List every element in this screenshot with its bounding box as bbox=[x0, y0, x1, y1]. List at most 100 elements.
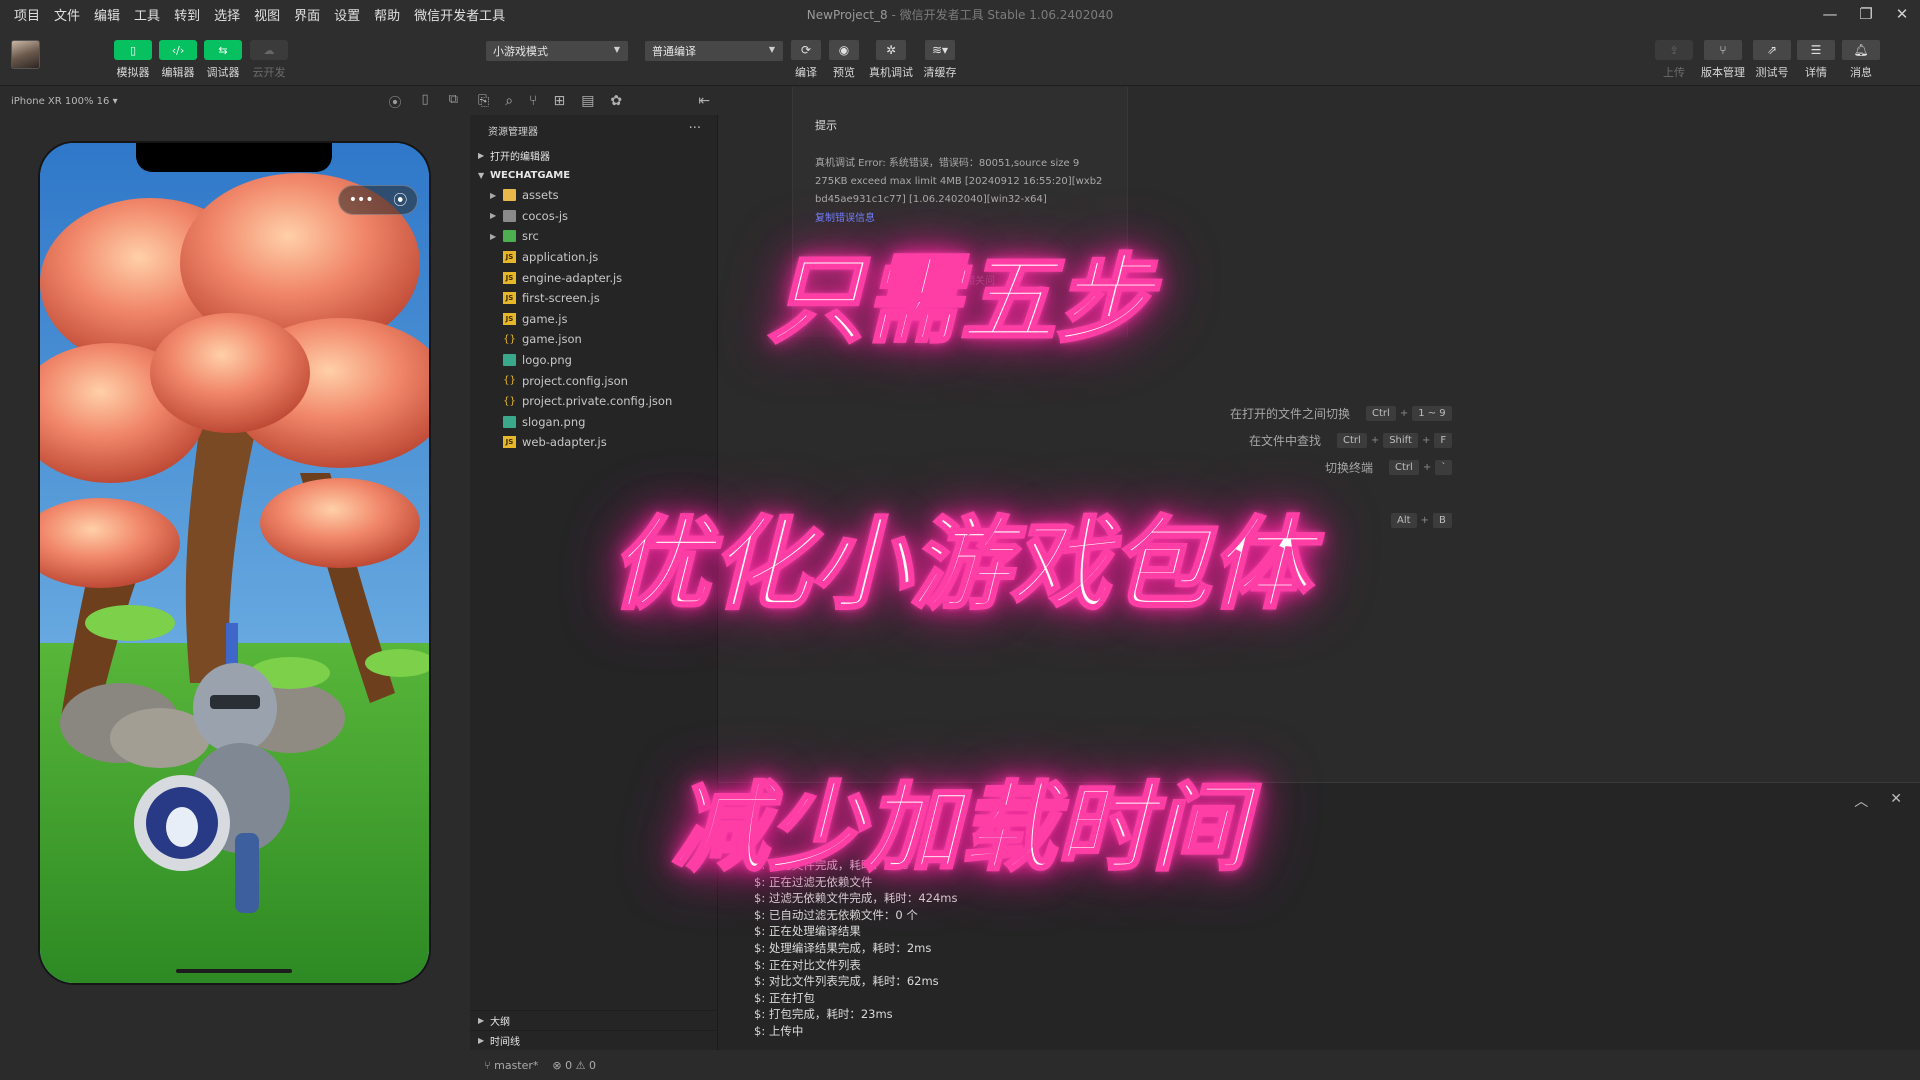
plus-sign: + bbox=[1420, 515, 1429, 526]
chevron-right-icon[interactable]: ▶ bbox=[490, 211, 496, 220]
file-tree-item[interactable]: JS first-screen.js bbox=[470, 288, 717, 309]
console-line: $: 过滤无依赖文件完成，耗时：424ms bbox=[754, 891, 958, 906]
problems-indicator[interactable]: ⊗ 0 ⚠ 0 bbox=[552, 1059, 596, 1072]
file-tree-item[interactable]: ▶ assets bbox=[470, 185, 717, 206]
editor-button[interactable]: ‹/› 编辑器 bbox=[155, 40, 201, 80]
keycap: Alt bbox=[1391, 513, 1417, 528]
phone-outline-icon[interactable]: ▯ bbox=[422, 92, 429, 111]
file-name: game.json bbox=[522, 332, 582, 347]
open-editors-label: 打开的编辑器 bbox=[490, 151, 550, 163]
record-icon[interactable]: ⦿ bbox=[389, 92, 402, 111]
menu-item[interactable]: 帮助 bbox=[372, 5, 402, 24]
extensions-icon[interactable]: ⊞ bbox=[553, 93, 565, 109]
clear-cache-button[interactable]: ≋▾ 清缓存 bbox=[917, 40, 963, 80]
file-tree-item[interactable]: JS application.js bbox=[470, 247, 717, 268]
cloud-label: 云开发 bbox=[252, 66, 286, 79]
app-version: - 微信开发者工具 Stable 1.06.2402040 bbox=[891, 7, 1114, 22]
file-tree-item[interactable]: logo.png bbox=[470, 350, 717, 371]
cloud-bird-icon[interactable]: ✿ bbox=[610, 93, 622, 109]
simulator-tools: ⦿ ▯ ⧉ bbox=[389, 92, 458, 111]
console-line: $: 正在处理编译结果 bbox=[754, 924, 861, 939]
collapse-sidebar-icon[interactable]: ⇤ bbox=[698, 93, 710, 109]
outline-section[interactable]: ▶ 大纲 bbox=[470, 1010, 718, 1030]
cloud-button[interactable]: ☁ 云开发 bbox=[246, 40, 292, 80]
miniprogram-capsule[interactable]: ••• ⦿ bbox=[338, 185, 418, 215]
detach-window-icon[interactable]: ⧉ bbox=[449, 92, 458, 111]
menu-item[interactable]: 微信开发者工具 bbox=[412, 5, 507, 24]
layout-icon[interactable]: ▤ bbox=[581, 93, 594, 109]
debugger-button[interactable]: ⇆ 调试器 bbox=[200, 40, 246, 80]
menu-item[interactable]: 转到 bbox=[172, 5, 202, 24]
file-name: project.private.config.json bbox=[522, 394, 673, 409]
file-tree-item[interactable]: ▶ cocos-js bbox=[470, 206, 717, 227]
chevron-right-icon[interactable]: ▶ bbox=[490, 191, 496, 200]
json-file-icon: {} bbox=[503, 333, 516, 345]
device-select[interactable]: iPhone XR 100% 16 ▾ bbox=[0, 96, 118, 107]
menu-item[interactable]: 界面 bbox=[292, 5, 322, 24]
branch-indicator[interactable]: ⑂ master* bbox=[484, 1059, 538, 1072]
menu-item[interactable]: 工具 bbox=[132, 5, 162, 24]
keycap: Ctrl bbox=[1337, 433, 1367, 448]
more-icon[interactable]: ••• bbox=[349, 192, 374, 208]
exit-icon[interactable]: ⦿ bbox=[393, 190, 407, 210]
files-icon[interactable]: ⎘ bbox=[478, 93, 489, 109]
details-button[interactable]: ☰ 详情 bbox=[1793, 40, 1839, 80]
test-account-button[interactable]: ⇗ 测试号 bbox=[1749, 40, 1795, 80]
copy-error-link[interactable]: 复制错误信息 bbox=[815, 209, 1112, 224]
file-tree-item[interactable]: JS engine-adapter.js bbox=[470, 267, 717, 288]
chevron-down-icon: ▼ bbox=[478, 170, 485, 180]
search-icon[interactable]: ⌕ bbox=[505, 93, 513, 109]
file-tree-item[interactable]: JS web-adapter.js bbox=[470, 432, 717, 453]
mode-select[interactable]: 小游戏模式 ▼ bbox=[486, 41, 628, 61]
compile-select[interactable]: 普通编译 ▼ bbox=[645, 41, 783, 61]
file-explorer: 资源管理器 ··· ▶ 打开的编辑器 ▼ WECHATGAME ▶ assets ▶… bbox=[470, 115, 718, 1050]
hint-message: 真机调试 Error: 系统错误，错误码：80051,source size 9… bbox=[815, 155, 1112, 209]
file-name: src bbox=[522, 229, 539, 244]
avatar[interactable] bbox=[11, 40, 40, 69]
timeline-section[interactable]: ▶ 时间线 bbox=[470, 1030, 718, 1050]
close-icon[interactable]: ✕ bbox=[1884, 0, 1920, 28]
file-tree-item[interactable]: JS game.js bbox=[470, 309, 717, 330]
compile-label: 编译 bbox=[795, 66, 817, 79]
console-output: $: 过滤文件完成，耗时：1ms $: 正在过滤无依赖文件 $: 过滤无依赖文件完成… bbox=[754, 857, 958, 1040]
chevron-right-icon[interactable]: ▶ bbox=[490, 232, 496, 241]
restore-icon[interactable]: ❐ bbox=[1848, 0, 1884, 28]
project-section[interactable]: ▼ WECHATGAME bbox=[470, 165, 717, 185]
outline-label: 大纲 bbox=[490, 1017, 510, 1028]
phone-frame[interactable]: ••• ⦿ bbox=[40, 143, 429, 983]
file-tree-item[interactable]: {} project.config.json bbox=[470, 370, 717, 391]
clear-cache-label: 清缓存 bbox=[923, 66, 957, 79]
menu-item[interactable]: 选择 bbox=[212, 5, 242, 24]
dropdown-arrow-icon: ▼ bbox=[613, 45, 620, 54]
real-debug-button[interactable]: ✲ 真机调试 bbox=[868, 40, 914, 80]
upload-button[interactable]: ⇪ 上传 bbox=[1651, 40, 1697, 80]
preview-button[interactable]: ◉ 预览 bbox=[821, 40, 867, 80]
version-button[interactable]: ⑂ 版本管理 bbox=[1700, 40, 1746, 80]
console-line: $: 正在打包 bbox=[754, 990, 815, 1005]
close-panel-icon[interactable]: ✕ bbox=[1890, 791, 1902, 811]
project-name: NewProject_8 bbox=[806, 7, 888, 22]
home-indicator bbox=[176, 969, 292, 973]
source-control-icon[interactable]: ⑂ bbox=[529, 93, 537, 109]
file-name: logo.png bbox=[522, 353, 572, 368]
menu-item[interactable]: 设置 bbox=[332, 5, 362, 24]
menu-item[interactable]: 视图 bbox=[252, 5, 282, 24]
shortcut-row: Alt + B bbox=[1375, 513, 1454, 528]
keycap: Ctrl bbox=[1389, 460, 1419, 475]
chevron-up-icon[interactable]: ︿ bbox=[1854, 791, 1868, 811]
menu-item[interactable]: 项目 bbox=[12, 5, 42, 24]
open-editors-section[interactable]: ▶ 打开的编辑器 bbox=[470, 145, 717, 165]
simulator-button[interactable]: ▯ 模拟器 bbox=[110, 40, 156, 80]
file-tree-item[interactable]: ▶ src bbox=[470, 226, 717, 247]
menu-item[interactable]: 文件 bbox=[52, 5, 82, 24]
file-tree-item[interactable]: slogan.png bbox=[470, 412, 717, 433]
messages-button[interactable]: 🔔︎ 消息 bbox=[1838, 40, 1884, 80]
menu-item[interactable]: 编辑 bbox=[92, 5, 122, 24]
file-tree-item[interactable]: {} game.json bbox=[470, 329, 717, 350]
shortcut-label: 在文件中查找 bbox=[1249, 434, 1322, 448]
file-tree-item[interactable]: {} project.private.config.json bbox=[470, 391, 717, 412]
more-options-icon[interactable]: ··· bbox=[689, 121, 701, 136]
test-account-label: 测试号 bbox=[1755, 66, 1789, 79]
keycap: Shift bbox=[1383, 433, 1418, 448]
minimize-icon[interactable]: — bbox=[1812, 0, 1848, 28]
